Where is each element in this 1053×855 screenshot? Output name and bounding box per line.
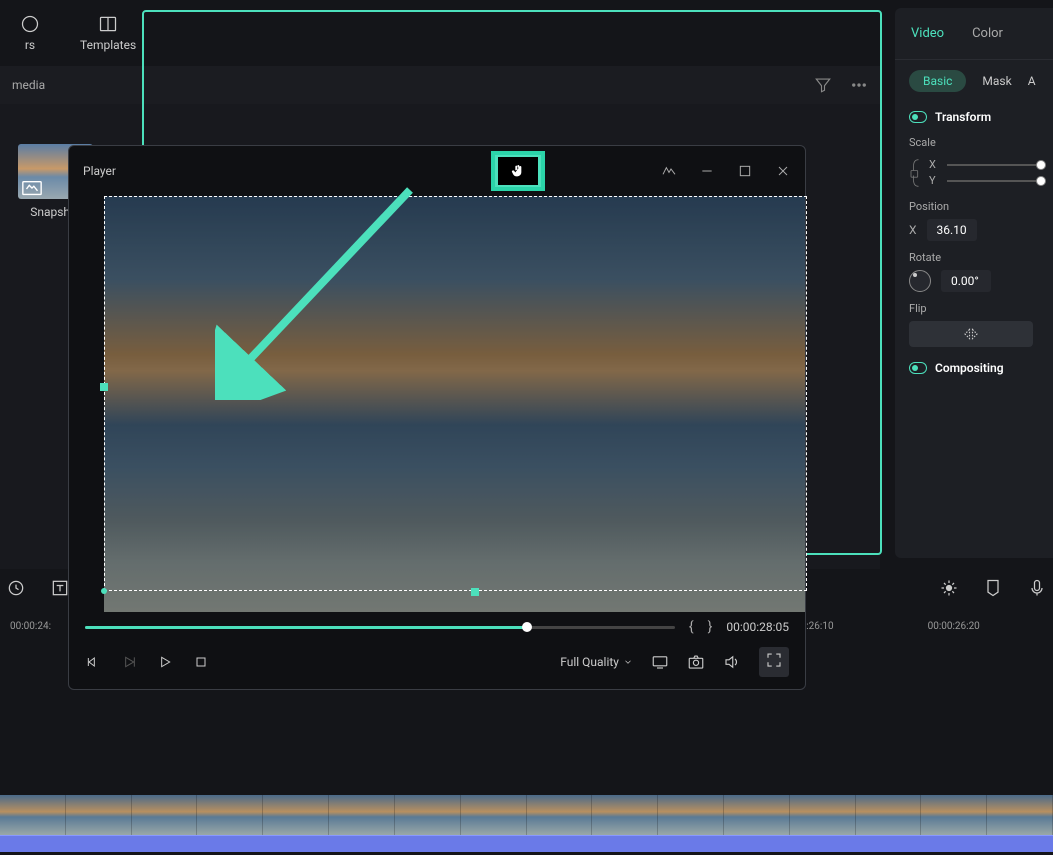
scale-y-label: Y bbox=[929, 174, 939, 187]
timeline bbox=[0, 790, 1053, 855]
filter-icon[interactable] bbox=[814, 76, 832, 94]
scale-label: Scale bbox=[909, 136, 1039, 149]
tool-icon-mic[interactable] bbox=[1027, 578, 1047, 598]
mark-in-brace[interactable]: { bbox=[689, 619, 694, 635]
properties-panel: Video Color Basic Mask A Transform Scale… bbox=[895, 8, 1053, 558]
transform-label: Transform bbox=[935, 110, 991, 124]
scale-y-slider[interactable] bbox=[947, 180, 1041, 182]
play-alt-icon[interactable] bbox=[121, 654, 137, 670]
panel-subtabs: Basic Mask A bbox=[895, 60, 1053, 102]
compositing-toggle[interactable] bbox=[909, 362, 927, 374]
stop-icon[interactable] bbox=[193, 654, 209, 670]
transform-toggle[interactable] bbox=[909, 111, 927, 123]
fullscreen-icon bbox=[765, 651, 783, 669]
video-track[interactable] bbox=[0, 795, 1053, 835]
rotate-label: Rotate bbox=[909, 251, 1039, 264]
panel-tabs: Video Color bbox=[895, 8, 1053, 60]
tool-icon-speed[interactable] bbox=[6, 578, 26, 598]
pan-hand-icon bbox=[510, 163, 526, 179]
step-back-icon[interactable] bbox=[85, 654, 101, 670]
flip-horizontal-button[interactable] bbox=[909, 321, 1033, 347]
minimize-icon[interactable] bbox=[699, 163, 715, 179]
selection-corner-dot[interactable] bbox=[101, 588, 107, 594]
scale-x-slider[interactable] bbox=[947, 164, 1041, 166]
media-bar: media bbox=[0, 66, 880, 104]
selection-handle-bottom[interactable] bbox=[471, 588, 479, 596]
quality-label: Full Quality bbox=[560, 655, 619, 669]
compositing-toggle-row[interactable]: Compositing bbox=[909, 361, 1039, 375]
progress-fill bbox=[85, 626, 527, 629]
close-icon[interactable] bbox=[775, 163, 791, 179]
pan-tool-button[interactable] bbox=[491, 151, 545, 191]
tab-color[interactable]: Color bbox=[972, 26, 1003, 41]
scale-link-icon[interactable] bbox=[909, 158, 923, 188]
flip-horizontal-icon bbox=[962, 327, 980, 341]
templates-label: Templates bbox=[80, 38, 136, 52]
waveform-icon[interactable] bbox=[661, 163, 677, 179]
chevron-down-icon bbox=[623, 657, 633, 667]
compositing-label: Compositing bbox=[935, 361, 1004, 375]
subtab-extra[interactable]: A bbox=[1028, 74, 1036, 88]
maximize-icon[interactable] bbox=[737, 163, 753, 179]
position-label: Position bbox=[909, 200, 1039, 213]
player-controls: Full Quality bbox=[85, 647, 789, 677]
tool-icon-marker[interactable] bbox=[983, 578, 1003, 598]
more-icon[interactable] bbox=[850, 76, 868, 94]
player-title: Player bbox=[83, 164, 116, 178]
preview-viewport[interactable] bbox=[104, 196, 805, 612]
ruler-tick-0: 00:00:24: bbox=[10, 621, 51, 632]
clip-thumb bbox=[0, 795, 66, 835]
player-header: Player bbox=[69, 146, 805, 196]
flip-label: Flip bbox=[909, 302, 1039, 315]
progress-thumb[interactable] bbox=[522, 622, 532, 632]
rotate-value[interactable]: 0.00° bbox=[941, 270, 991, 292]
subtab-mask[interactable]: Mask bbox=[982, 74, 1011, 88]
scale-x-label: X bbox=[929, 158, 939, 171]
tool-icon-text[interactable] bbox=[50, 578, 70, 598]
timecode-display: 00:00:28:05 bbox=[726, 620, 789, 634]
mark-out-brace[interactable]: } bbox=[708, 619, 713, 635]
templates-tab[interactable]: Templates bbox=[70, 8, 146, 58]
play-icon[interactable] bbox=[157, 654, 173, 670]
stickers-tab[interactable]: rs bbox=[10, 8, 50, 58]
progress-track[interactable] bbox=[85, 626, 675, 629]
ruler-tick-2: 00:00:26:20 bbox=[928, 621, 980, 632]
progress-bar: { } 00:00:28:05 bbox=[85, 617, 789, 637]
position-x-label: X bbox=[909, 223, 917, 237]
subtab-basic[interactable]: Basic bbox=[909, 70, 966, 92]
tool-icon-enhance[interactable] bbox=[939, 578, 959, 598]
transform-toggle-row[interactable]: Transform bbox=[909, 110, 1039, 124]
volume-icon[interactable] bbox=[723, 653, 741, 671]
snapshot-icon bbox=[21, 178, 43, 196]
stickers-label: rs bbox=[25, 38, 35, 52]
audio-track[interactable] bbox=[0, 835, 1053, 852]
fullscreen-button[interactable] bbox=[759, 647, 789, 677]
position-x-value[interactable]: 36.10 bbox=[927, 219, 977, 241]
rotate-dial[interactable] bbox=[909, 270, 931, 292]
media-label: media bbox=[12, 78, 45, 92]
quality-selector[interactable]: Full Quality bbox=[560, 655, 633, 669]
snapshot-camera-icon[interactable] bbox=[687, 653, 705, 671]
player-panel: Player { } 00:00:28:05 bbox=[68, 145, 806, 690]
selection-handle-left[interactable] bbox=[100, 383, 108, 391]
tab-video[interactable]: Video bbox=[911, 26, 944, 41]
display-icon[interactable] bbox=[651, 653, 669, 671]
